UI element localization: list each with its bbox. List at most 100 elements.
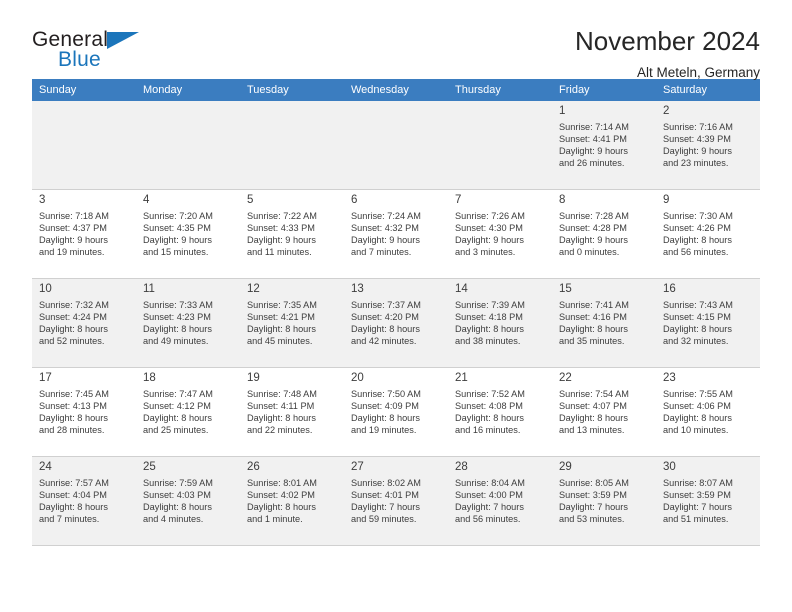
daylight-duration-line1: Daylight: 9 hours xyxy=(247,235,316,246)
calendar-day-cell[interactable]: 16 Sunrise: 7:43 AM Sunset: 4:15 PM Dayligh… xyxy=(656,279,760,368)
sun-info: Sunrise: 7:55 AM Sunset: 4:06 PM Daylight:… xyxy=(663,388,754,436)
daylight-duration-line1: Daylight: 8 hours xyxy=(39,413,108,424)
calendar-day-cell[interactable]: 2 Sunrise: 7:16 AM Sunset: 4:39 PM Daylight… xyxy=(656,101,760,190)
calendar-day-cell[interactable]: 4 Sunrise: 7:20 AM Sunset: 4:35 PM Daylight… xyxy=(136,190,240,279)
calendar-day-cell[interactable]: 12 Sunrise: 7:35 AM Sunset: 4:21 PM Dayligh… xyxy=(240,279,344,368)
weekday-header-sunday: Sunday xyxy=(32,79,136,101)
day-number: 1 xyxy=(559,105,566,117)
daylight-duration-line1: Daylight: 8 hours xyxy=(247,502,316,513)
calendar-day-cell[interactable]: 28 Sunrise: 8:04 AM Sunset: 4:00 PM Dayligh… xyxy=(448,457,552,546)
calendar-day-cell[interactable]: 8 Sunrise: 7:28 AM Sunset: 4:28 PM Daylight… xyxy=(552,190,656,279)
daylight-duration-line2: and 4 minutes. xyxy=(143,514,204,525)
sun-info: Sunrise: 7:57 AM Sunset: 4:04 PM Daylight:… xyxy=(39,477,130,525)
daylight-duration-line1: Daylight: 9 hours xyxy=(351,235,420,246)
calendar-week-row: 24 Sunrise: 7:57 AM Sunset: 4:04 PM Dayligh… xyxy=(32,457,760,546)
sunrise-time: Sunrise: 7:52 AM xyxy=(455,389,525,399)
weekday-header-monday: Monday xyxy=(136,79,240,101)
sunset-time: Sunset: 4:06 PM xyxy=(663,401,731,412)
sun-info: Sunrise: 7:22 AM Sunset: 4:33 PM Daylight:… xyxy=(247,210,338,258)
sunset-time: Sunset: 4:13 PM xyxy=(39,401,107,412)
sunset-time: Sunset: 4:23 PM xyxy=(143,312,211,323)
daylight-duration-line2: and 45 minutes. xyxy=(247,336,313,347)
calendar-day-cell[interactable]: 27 Sunrise: 8:02 AM Sunset: 4:01 PM Dayligh… xyxy=(344,457,448,546)
day-number: 11 xyxy=(143,283,155,295)
day-cell-inner: 17 Sunrise: 7:45 AM Sunset: 4:13 PM Dayligh… xyxy=(32,368,136,457)
calendar-day-cell[interactable]: 22 Sunrise: 7:54 AM Sunset: 4:07 PM Dayligh… xyxy=(552,368,656,457)
calendar-day-cell[interactable]: 11 Sunrise: 7:33 AM Sunset: 4:23 PM Dayligh… xyxy=(136,279,240,368)
page-subtitle: Alt Meteln, Germany xyxy=(636,65,760,80)
calendar-day-cell[interactable]: 6 Sunrise: 7:24 AM Sunset: 4:32 PM Daylight… xyxy=(344,190,448,279)
sunset-time: Sunset: 4:30 PM xyxy=(455,223,523,234)
calendar-day-cell[interactable]: 3 Sunrise: 7:18 AM Sunset: 4:37 PM Daylight… xyxy=(32,190,136,279)
sunset-time: Sunset: 4:09 PM xyxy=(351,401,419,412)
day-cell-inner: 14 Sunrise: 7:39 AM Sunset: 4:18 PM Dayligh… xyxy=(448,279,552,368)
calendar-day-cell[interactable]: 23 Sunrise: 7:55 AM Sunset: 4:06 PM Dayligh… xyxy=(656,368,760,457)
daylight-duration-line2: and 59 minutes. xyxy=(351,514,417,525)
day-number: 4 xyxy=(143,194,150,206)
calendar-day-cell[interactable]: 9 Sunrise: 7:30 AM Sunset: 4:26 PM Daylight… xyxy=(656,190,760,279)
calendar-day-cell[interactable]: 26 Sunrise: 8:01 AM Sunset: 4:02 PM Dayligh… xyxy=(240,457,344,546)
day-cell-inner: 4 Sunrise: 7:20 AM Sunset: 4:35 PM Daylight… xyxy=(136,190,240,279)
day-cell-inner: 18 Sunrise: 7:47 AM Sunset: 4:12 PM Dayligh… xyxy=(136,368,240,457)
day-number: 20 xyxy=(351,372,364,384)
day-number: 17 xyxy=(39,372,52,384)
day-number: 5 xyxy=(247,194,254,206)
daylight-duration-line1: Daylight: 8 hours xyxy=(247,413,316,424)
calendar-day-cell[interactable]: 24 Sunrise: 7:57 AM Sunset: 4:04 PM Dayligh… xyxy=(32,457,136,546)
daylight-duration-line1: Daylight: 8 hours xyxy=(351,413,420,424)
sunrise-time: Sunrise: 7:41 AM xyxy=(559,300,629,310)
calendar-day-cell-empty xyxy=(448,101,552,190)
day-number: 24 xyxy=(39,461,52,473)
daylight-duration-line2: and 3 minutes. xyxy=(455,247,516,258)
sunrise-time: Sunrise: 7:47 AM xyxy=(143,389,213,399)
calendar-day-cell[interactable]: 17 Sunrise: 7:45 AM Sunset: 4:13 PM Dayligh… xyxy=(32,368,136,457)
calendar-day-cell[interactable]: 10 Sunrise: 7:32 AM Sunset: 4:24 PM Dayligh… xyxy=(32,279,136,368)
day-number: 30 xyxy=(663,461,676,473)
calendar-week-row: 3 Sunrise: 7:18 AM Sunset: 4:37 PM Daylight… xyxy=(32,190,760,279)
calendar-day-cell[interactable]: 19 Sunrise: 7:48 AM Sunset: 4:11 PM Dayligh… xyxy=(240,368,344,457)
sunrise-time: Sunrise: 8:05 AM xyxy=(559,478,629,488)
day-number: 19 xyxy=(247,372,260,384)
sunset-time: Sunset: 4:21 PM xyxy=(247,312,315,323)
calendar-day-cell[interactable]: 20 Sunrise: 7:50 AM Sunset: 4:09 PM Dayligh… xyxy=(344,368,448,457)
day-number: 29 xyxy=(559,461,572,473)
calendar-day-cell[interactable]: 25 Sunrise: 7:59 AM Sunset: 4:03 PM Dayligh… xyxy=(136,457,240,546)
calendar-week-row: 17 Sunrise: 7:45 AM Sunset: 4:13 PM Dayligh… xyxy=(32,368,760,457)
weekday-header-wednesday: Wednesday xyxy=(344,79,448,101)
sun-info: Sunrise: 7:30 AM Sunset: 4:26 PM Daylight:… xyxy=(663,210,754,258)
day-cell-inner: 26 Sunrise: 8:01 AM Sunset: 4:02 PM Dayligh… xyxy=(240,457,344,546)
sunrise-time: Sunrise: 7:59 AM xyxy=(143,478,213,488)
calendar-day-cell[interactable]: 14 Sunrise: 7:39 AM Sunset: 4:18 PM Dayligh… xyxy=(448,279,552,368)
day-cell-inner: 15 Sunrise: 7:41 AM Sunset: 4:16 PM Dayligh… xyxy=(552,279,656,368)
day-cell-inner: 20 Sunrise: 7:50 AM Sunset: 4:09 PM Dayligh… xyxy=(344,368,448,457)
weekday-header-friday: Friday xyxy=(552,79,656,101)
calendar-day-cell[interactable]: 13 Sunrise: 7:37 AM Sunset: 4:20 PM Dayligh… xyxy=(344,279,448,368)
calendar-day-cell[interactable]: 5 Sunrise: 7:22 AM Sunset: 4:33 PM Daylight… xyxy=(240,190,344,279)
calendar-day-cell[interactable]: 15 Sunrise: 7:41 AM Sunset: 4:16 PM Dayligh… xyxy=(552,279,656,368)
logo-triangle-icon xyxy=(107,32,139,49)
sunset-time: Sunset: 4:15 PM xyxy=(663,312,731,323)
calendar-day-cell[interactable]: 29 Sunrise: 8:05 AM Sunset: 3:59 PM Dayligh… xyxy=(552,457,656,546)
calendar-day-cell[interactable]: 1 Sunrise: 7:14 AM Sunset: 4:41 PM Daylight… xyxy=(552,101,656,190)
daylight-duration-line1: Daylight: 9 hours xyxy=(39,235,108,246)
daylight-duration-line1: Daylight: 9 hours xyxy=(143,235,212,246)
calendar-day-cell[interactable]: 21 Sunrise: 7:52 AM Sunset: 4:08 PM Dayligh… xyxy=(448,368,552,457)
daylight-duration-line1: Daylight: 8 hours xyxy=(39,502,108,513)
daylight-duration-line2: and 38 minutes. xyxy=(455,336,521,347)
day-number: 22 xyxy=(559,372,572,384)
sun-info: Sunrise: 7:48 AM Sunset: 4:11 PM Daylight:… xyxy=(247,388,338,436)
sunrise-time: Sunrise: 7:43 AM xyxy=(663,300,733,310)
daylight-duration-line1: Daylight: 8 hours xyxy=(559,324,628,335)
day-number: 28 xyxy=(455,461,468,473)
calendar-day-cell[interactable]: 30 Sunrise: 8:07 AM Sunset: 3:59 PM Dayligh… xyxy=(656,457,760,546)
sunrise-time: Sunrise: 7:35 AM xyxy=(247,300,317,310)
general-blue-logo[interactable]: General Blue xyxy=(32,26,142,74)
sunset-time: Sunset: 4:33 PM xyxy=(247,223,315,234)
day-cell-inner xyxy=(240,101,344,190)
daylight-duration-line2: and 42 minutes. xyxy=(351,336,417,347)
daylight-duration-line1: Daylight: 8 hours xyxy=(351,324,420,335)
sunset-time: Sunset: 4:35 PM xyxy=(143,223,211,234)
calendar-day-cell[interactable]: 18 Sunrise: 7:47 AM Sunset: 4:12 PM Dayligh… xyxy=(136,368,240,457)
calendar-day-cell[interactable]: 7 Sunrise: 7:26 AM Sunset: 4:30 PM Daylight… xyxy=(448,190,552,279)
sunrise-time: Sunrise: 7:48 AM xyxy=(247,389,317,399)
